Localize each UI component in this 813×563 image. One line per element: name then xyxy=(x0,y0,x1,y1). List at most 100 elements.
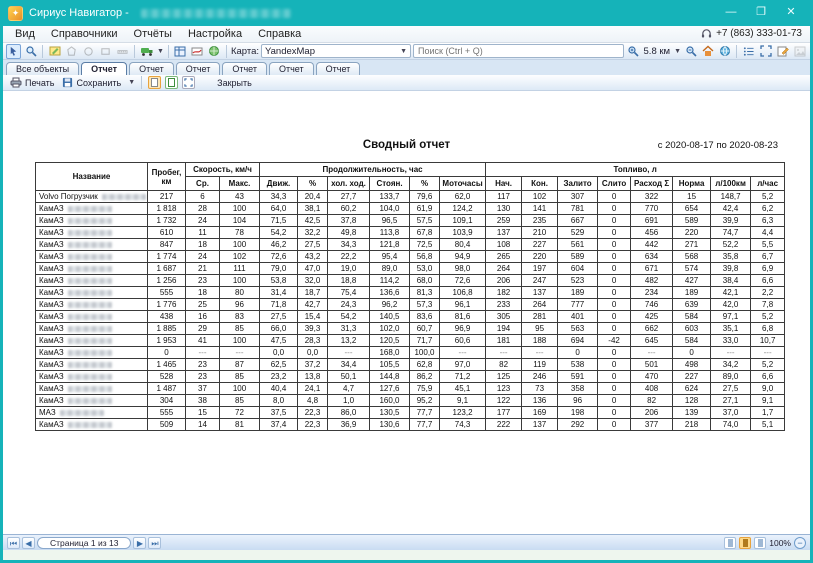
ruler-tool-icon[interactable] xyxy=(115,44,130,59)
cell-r4-c11: 561 xyxy=(558,239,598,251)
cell-r2-c0: 1 732 xyxy=(148,215,186,227)
edit-zone-icon[interactable] xyxy=(47,44,62,59)
home-icon[interactable] xyxy=(700,44,715,59)
cell-r17-c8: 9,1 xyxy=(440,395,486,407)
tab-2[interactable]: Отчет xyxy=(129,62,174,75)
cell-r15-c10: 246 xyxy=(522,371,558,383)
vehicle-name-cell: КамАЗ xyxy=(36,275,148,287)
tab-1[interactable]: Отчет xyxy=(81,62,127,75)
redacted-company-name xyxy=(141,9,291,18)
vehicles-dropdown-caret[interactable]: ▼ xyxy=(157,48,164,55)
cell-r15-c16: 6,6 xyxy=(751,371,785,383)
cell-r17-c16: 9,1 xyxy=(751,395,785,407)
table-view-icon[interactable] xyxy=(173,44,188,59)
minimize-button[interactable]: — xyxy=(717,4,745,22)
track-view-icon[interactable] xyxy=(190,44,205,59)
first-page-button[interactable]: ⏮ xyxy=(7,537,20,549)
cell-r12-c7: 71,7 xyxy=(410,335,440,347)
page-preview-button[interactable] xyxy=(165,76,178,89)
table-row: КамАЗ1 9534110047,528,313,2120,571,760,6… xyxy=(36,335,785,347)
rectangle-tool-icon[interactable] xyxy=(98,44,113,59)
cell-r9-c12: 0 xyxy=(598,299,631,311)
cell-r13-c13: --- xyxy=(631,347,673,359)
tab-3[interactable]: Отчет xyxy=(176,62,221,75)
select-tool-icon[interactable] xyxy=(6,44,21,59)
cell-r17-c9: 122 xyxy=(486,395,522,407)
globe-icon[interactable] xyxy=(717,44,732,59)
next-page-button[interactable]: ▶ xyxy=(133,537,146,549)
cell-r6-c11: 604 xyxy=(558,263,598,275)
close-button[interactable]: ✕ xyxy=(777,4,805,22)
cell-r14-c0: 1 465 xyxy=(148,359,186,371)
vehicle-name-cell: КамАЗ xyxy=(36,419,148,431)
menu-item-4[interactable]: Справка xyxy=(250,28,309,40)
cell-r15-c15: 89,0 xyxy=(711,371,751,383)
list-icon[interactable] xyxy=(741,44,756,59)
fit-page-button[interactable] xyxy=(182,76,195,89)
vehicle-name-cell: КамАЗ xyxy=(36,239,148,251)
cell-r13-c14: 0 xyxy=(673,347,711,359)
scale-dropdown-caret[interactable]: ▼ xyxy=(674,48,681,55)
map-select[interactable]: YandexMap ▼ xyxy=(261,44,411,58)
tab-6[interactable]: Отчет xyxy=(316,62,361,75)
maximize-button[interactable]: ❐ xyxy=(747,4,775,22)
cell-r12-c4: 28,3 xyxy=(298,335,328,347)
cell-r16-c4: 24,1 xyxy=(298,383,328,395)
zoom-out-icon[interactable] xyxy=(683,44,698,59)
menu-item-2[interactable]: Отчёты xyxy=(126,28,180,40)
zoom-in-icon[interactable] xyxy=(626,44,641,59)
single-page-view-button[interactable] xyxy=(724,537,736,549)
cell-r17-c2: 85 xyxy=(220,395,260,407)
cell-r19-c15: 74,0 xyxy=(711,419,751,431)
cell-r6-c3: 79,0 xyxy=(260,263,298,275)
tab-5[interactable]: Отчет xyxy=(269,62,314,75)
cell-r6-c14: 574 xyxy=(673,263,711,275)
cell-r16-c0: 1 487 xyxy=(148,383,186,395)
geo-objects-icon[interactable] xyxy=(207,44,222,59)
search-input[interactable] xyxy=(413,44,624,58)
cell-r15-c3: 23,2 xyxy=(260,371,298,383)
edit-note-icon[interactable] xyxy=(775,44,790,59)
window-title: Сириус Навигатор - xyxy=(29,7,129,19)
cell-r1-c12: 0 xyxy=(598,203,631,215)
prev-page-button[interactable]: ◀ xyxy=(22,537,35,549)
cell-r10-c9: 305 xyxy=(486,311,522,323)
printer-icon xyxy=(10,77,22,88)
multi-page-view-button[interactable] xyxy=(754,537,766,549)
last-page-button[interactable]: ⏭ xyxy=(148,537,161,549)
menu-item-1[interactable]: Справочники xyxy=(43,28,126,40)
support-phone: +7 (863) 333-01-73 xyxy=(716,28,802,39)
cell-r14-c11: 538 xyxy=(558,359,598,371)
cell-r19-c8: 74,3 xyxy=(440,419,486,431)
save-dropdown-caret[interactable]: ▼ xyxy=(128,79,135,86)
cell-r19-c13: 377 xyxy=(631,419,673,431)
image-icon[interactable] xyxy=(792,44,807,59)
vehicles-icon[interactable] xyxy=(139,44,154,59)
zoom-tool-icon[interactable] xyxy=(23,44,38,59)
vehicle-name: КамАЗ xyxy=(39,276,64,285)
menu-item-3[interactable]: Настройка xyxy=(180,28,250,40)
cell-r18-c9: 177 xyxy=(486,407,522,419)
sub-header-11: Слито xyxy=(598,177,631,191)
cell-r6-c8: 98,0 xyxy=(440,263,486,275)
menu-item-0[interactable]: Вид xyxy=(7,28,43,40)
tab-0[interactable]: Все объекты xyxy=(6,62,79,75)
vehicle-name: КамАЗ xyxy=(39,312,64,321)
print-button[interactable]: Печать xyxy=(8,77,56,88)
vehicle-name: КамАЗ xyxy=(39,360,64,369)
cell-r8-c6: 136,6 xyxy=(370,287,410,299)
save-button[interactable]: Сохранить xyxy=(60,77,123,88)
cell-r12-c3: 47,5 xyxy=(260,335,298,347)
polygon-tool-icon[interactable] xyxy=(64,44,79,59)
close-report-button[interactable]: Закрыть xyxy=(217,78,252,88)
fullscreen-icon[interactable] xyxy=(758,44,773,59)
tab-4[interactable]: Отчет xyxy=(222,62,267,75)
fit-width-view-button[interactable] xyxy=(739,537,751,549)
zoom-decrease-button[interactable]: − xyxy=(794,537,806,549)
map-scale-value[interactable]: 5.8 км xyxy=(644,46,671,57)
circle-tool-icon[interactable] xyxy=(81,44,96,59)
cell-r0-c2: 43 xyxy=(220,191,260,203)
cell-r5-c2: 102 xyxy=(220,251,260,263)
cell-r6-c0: 1 687 xyxy=(148,263,186,275)
page-setup-button[interactable] xyxy=(148,76,161,89)
